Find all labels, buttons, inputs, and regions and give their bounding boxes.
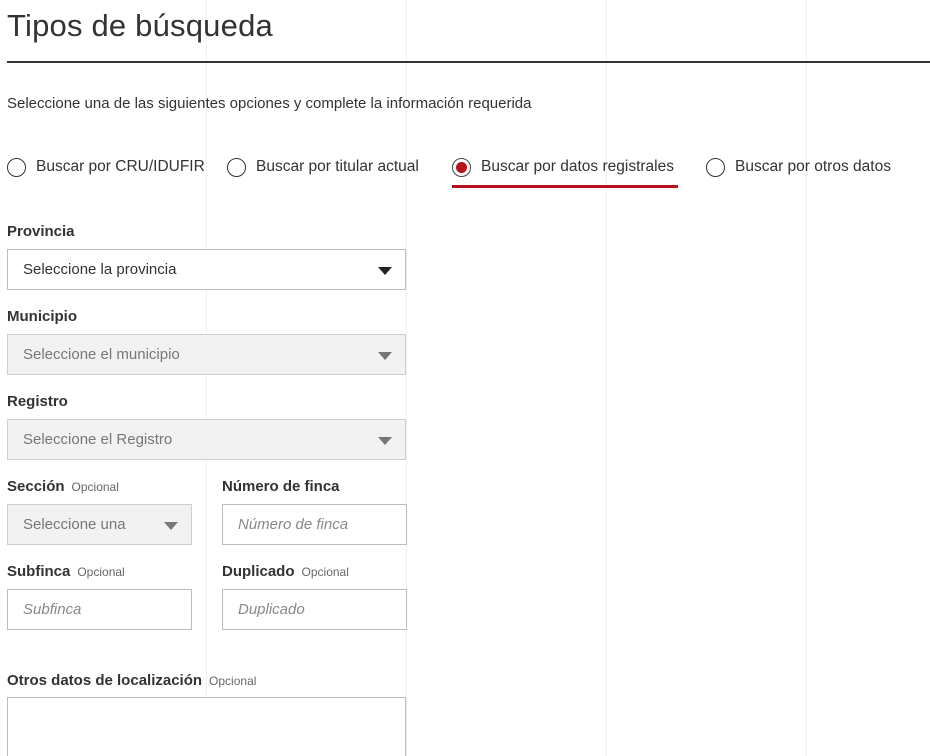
radio-label: Buscar por titular actual	[256, 158, 419, 175]
subfinca-label-text: Subfinca	[7, 563, 71, 580]
grid-line	[606, 0, 607, 756]
registro-select[interactable]: Seleccione el Registro	[7, 419, 406, 460]
optional-tag: Opcional	[77, 565, 125, 579]
otros-datos-label-text: Otros datos de localización	[7, 672, 203, 689]
grid-line	[206, 0, 207, 756]
radio-option-datos-registrales[interactable]: Buscar por datos registrales	[452, 155, 674, 179]
radio-label: Buscar por CRU/IDUFIR	[36, 158, 205, 175]
provincia-label: Provincia	[7, 223, 75, 240]
radio-option-cru-idufir[interactable]: Buscar por CRU/IDUFIR	[7, 155, 205, 179]
chevron-down-icon	[164, 522, 178, 530]
municipio-label: Municipio	[7, 308, 77, 325]
chevron-down-icon	[378, 352, 392, 360]
optional-tag: Opcional	[301, 565, 349, 579]
seccion-label: Sección Opcional	[7, 478, 119, 495]
registro-select-value: Seleccione el Registro	[23, 431, 173, 448]
radio-option-titular-actual[interactable]: Buscar por titular actual	[227, 155, 419, 179]
seccion-select-value: Seleccione una	[23, 516, 126, 533]
grid-line	[806, 0, 807, 756]
selected-option-underline	[452, 185, 678, 188]
page-title: Tipos de búsqueda	[7, 8, 273, 43]
radio-label: Buscar por datos registrales	[481, 158, 674, 175]
optional-tag: Opcional	[71, 480, 119, 494]
duplicado-input[interactable]	[222, 589, 407, 630]
radio-selected-dot	[456, 161, 467, 173]
registro-label: Registro	[7, 393, 68, 410]
intro-text: Seleccione una de las siguientes opcione…	[7, 95, 532, 112]
seccion-select[interactable]: Seleccione una	[7, 504, 192, 545]
otros-datos-textarea[interactable]	[7, 697, 406, 756]
optional-tag: Opcional	[209, 674, 257, 688]
radio-label: Buscar por otros datos	[735, 158, 891, 175]
radio-unchecked-icon[interactable]	[7, 157, 26, 177]
duplicado-label-text: Duplicado	[222, 563, 295, 580]
radio-option-otros-datos[interactable]: Buscar por otros datos	[706, 155, 891, 179]
provincia-select[interactable]: Seleccione la provincia	[7, 249, 406, 290]
subfinca-input[interactable]	[7, 589, 192, 630]
chevron-down-icon	[378, 267, 392, 275]
seccion-label-text: Sección	[7, 478, 65, 495]
grid-line	[406, 0, 407, 756]
provincia-select-value: Seleccione la provincia	[23, 261, 177, 278]
radio-unchecked-icon[interactable]	[706, 157, 725, 177]
municipio-select[interactable]: Seleccione el municipio	[7, 334, 406, 375]
title-divider	[7, 61, 930, 63]
duplicado-label: Duplicado Opcional	[222, 563, 349, 580]
numero-finca-input[interactable]	[222, 504, 407, 545]
subfinca-label: Subfinca Opcional	[7, 563, 125, 580]
chevron-down-icon	[378, 437, 392, 445]
municipio-select-value: Seleccione el municipio	[23, 346, 180, 363]
numero-finca-label: Número de finca	[222, 478, 340, 495]
radio-unchecked-icon[interactable]	[227, 157, 246, 177]
otros-datos-label: Otros datos de localización Opcional	[7, 672, 256, 689]
search-types-page: Tipos de búsqueda Seleccione una de las …	[0, 0, 930, 756]
radio-checked-icon[interactable]	[452, 157, 471, 177]
